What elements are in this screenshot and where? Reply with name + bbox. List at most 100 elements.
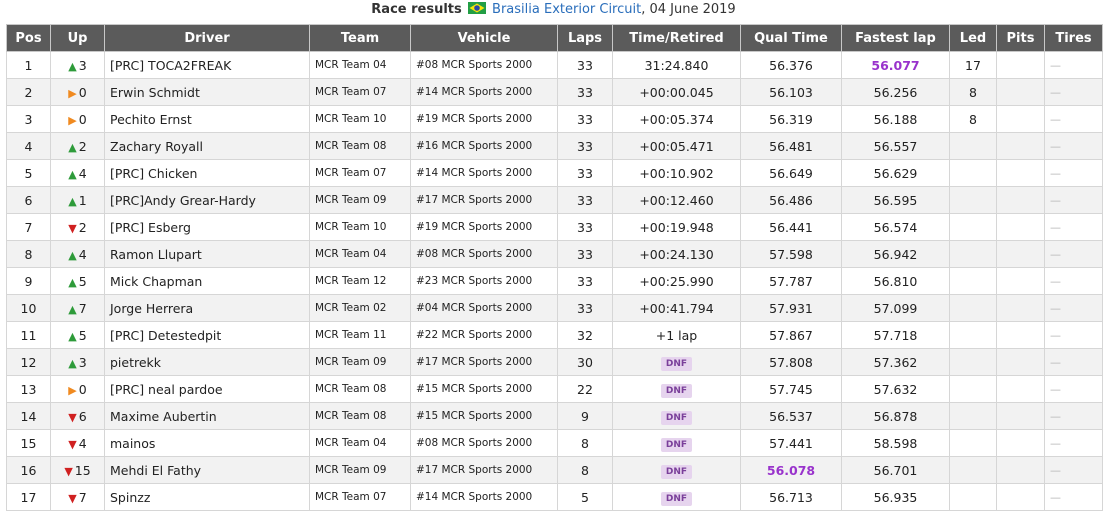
team-cell: MCR Team 04: [309, 240, 411, 268]
laps-led-cell: [949, 213, 997, 241]
time-retired-cell: +00:12.460: [612, 186, 741, 214]
driver-cell: Zachary Royall: [104, 132, 310, 160]
vehicle-cell: #17 MCR Sports 2000: [410, 456, 558, 484]
position-cell: 14: [6, 402, 51, 430]
column-header-tires[interactable]: Tires: [1044, 24, 1103, 52]
tires-cell: —: [1044, 78, 1103, 106]
laps-cell: 5: [557, 483, 613, 511]
tires-cell: —: [1044, 267, 1103, 295]
laps-led-cell: [949, 456, 997, 484]
column-header-vehicle[interactable]: Vehicle: [410, 24, 558, 52]
table-row: 5 ▲ 4 [PRC] Chicken MCR Team 07 #14 MCR Sport…: [6, 159, 1103, 187]
column-header-pits[interactable]: Pits: [996, 24, 1045, 52]
column-header-fastest[interactable]: Fastest lap: [841, 24, 950, 52]
laps-cell: 33: [557, 186, 613, 214]
tires-cell: —: [1044, 186, 1103, 214]
position-cell: 13: [6, 375, 51, 403]
pits-cell: [996, 186, 1045, 214]
qual-time-cell: 56.486: [740, 186, 842, 214]
column-header-time[interactable]: Time/Retired: [612, 24, 741, 52]
table-row: 12 ▲ 3 pietrekk MCR Team 09 #17 MCR Sports 20…: [6, 348, 1103, 376]
team-cell: MCR Team 09: [309, 348, 411, 376]
caption-title: Race results: [371, 2, 462, 17]
positions-change-cell: ▲ 3: [50, 348, 105, 376]
laps-cell: 32: [557, 321, 613, 349]
tires-cell: —: [1044, 402, 1103, 430]
team-cell: MCR Team 10: [309, 213, 411, 241]
position-cell: 6: [6, 186, 51, 214]
positions-change-cell: ▲ 5: [50, 321, 105, 349]
tires-cell: —: [1044, 159, 1103, 187]
qual-time-cell: 56.319: [740, 105, 842, 133]
driver-cell: Ramon Llupart: [104, 240, 310, 268]
column-header-led[interactable]: Led: [949, 24, 997, 52]
circuit-link[interactable]: Brasilia Exterior Circuit: [492, 2, 641, 17]
qual-time-cell: 57.598: [740, 240, 842, 268]
laps-led-cell: [949, 483, 997, 511]
team-cell: MCR Team 08: [309, 132, 411, 160]
pits-cell: [996, 456, 1045, 484]
qual-time-cell: 56.103: [740, 78, 842, 106]
fastest-lap-cell: 56.935: [841, 483, 950, 511]
position-cell: 3: [6, 105, 51, 133]
positions-change-cell: ▲ 4: [50, 240, 105, 268]
triangle-down-icon: ▼: [68, 437, 77, 451]
fastest-lap-cell: 56.629: [841, 159, 950, 187]
qual-time-cell: 56.481: [740, 132, 842, 160]
positions-gained: 4: [78, 165, 87, 181]
driver-cell: Erwin Schmidt: [104, 78, 310, 106]
laps-led-cell: 8: [949, 78, 997, 106]
position-cell: 1: [6, 51, 51, 79]
position-cell: 12: [6, 348, 51, 376]
time-retired-cell: DNF: [612, 348, 741, 376]
positions-gained: 4: [78, 246, 87, 262]
tires-cell: —: [1044, 321, 1103, 349]
time-retired-cell: +00:41.794: [612, 294, 741, 322]
time-retired-cell: +00:00.045: [612, 78, 741, 106]
laps-cell: 8: [557, 429, 613, 457]
positions-change-cell: ▼ 2: [50, 213, 105, 241]
time-retired-cell: +00:05.471: [612, 132, 741, 160]
tires-cell: —: [1044, 132, 1103, 160]
qual-time-cell: 56.441: [740, 213, 842, 241]
driver-cell: Pechito Ernst: [104, 105, 310, 133]
tires-cell: —: [1044, 375, 1103, 403]
tires-cell: —: [1044, 348, 1103, 376]
column-header-pos[interactable]: Pos: [6, 24, 51, 52]
vehicle-cell: #15 MCR Sports 2000: [410, 402, 558, 430]
positions-change-cell: ▲ 2: [50, 132, 105, 160]
triangle-up-icon: ▲: [68, 194, 77, 208]
triangle-up-icon: ▲: [68, 59, 77, 73]
column-header-driver[interactable]: Driver: [104, 24, 310, 52]
pits-cell: [996, 213, 1045, 241]
positions-gained: 5: [78, 327, 87, 343]
triangle-right-icon: ▶: [68, 383, 77, 397]
column-header-laps[interactable]: Laps: [557, 24, 613, 52]
column-header-qual[interactable]: Qual Time: [740, 24, 842, 52]
laps-led-cell: [949, 429, 997, 457]
column-header-up[interactable]: Up: [50, 24, 105, 52]
pits-cell: [996, 267, 1045, 295]
vehicle-cell: #22 MCR Sports 2000: [410, 321, 558, 349]
laps-cell: 9: [557, 402, 613, 430]
laps-led-cell: [949, 348, 997, 376]
table-row: 11 ▲ 5 [PRC] Detestedpit MCR Team 11 #22 MCR …: [6, 321, 1103, 349]
positions-gained: 1: [78, 192, 87, 208]
table-row: 7 ▼ 2 [PRC] Esberg MCR Team 10 #19 MCR Sports…: [6, 213, 1103, 241]
table-row: 4 ▲ 2 Zachary Royall MCR Team 08 #16 MCR Spor…: [6, 132, 1103, 160]
position-cell: 15: [6, 429, 51, 457]
table-row: 17 ▼ 7 Spinzz MCR Team 07 #14 MCR Sports 2000…: [6, 483, 1103, 511]
fastest-lap-cell: 57.632: [841, 375, 950, 403]
triangle-up-icon: ▲: [68, 302, 77, 316]
positions-gained: 7: [78, 489, 87, 505]
qual-time-cell: 57.441: [740, 429, 842, 457]
column-header-team[interactable]: Team: [309, 24, 411, 52]
time-retired-cell: DNF: [612, 375, 741, 403]
driver-cell: Jorge Herrera: [104, 294, 310, 322]
laps-led-cell: [949, 267, 997, 295]
time-retired-cell: +00:24.130: [612, 240, 741, 268]
vehicle-cell: #16 MCR Sports 2000: [410, 132, 558, 160]
driver-cell: [PRC] Detestedpit: [104, 321, 310, 349]
laps-cell: 33: [557, 294, 613, 322]
tires-cell: —: [1044, 483, 1103, 511]
